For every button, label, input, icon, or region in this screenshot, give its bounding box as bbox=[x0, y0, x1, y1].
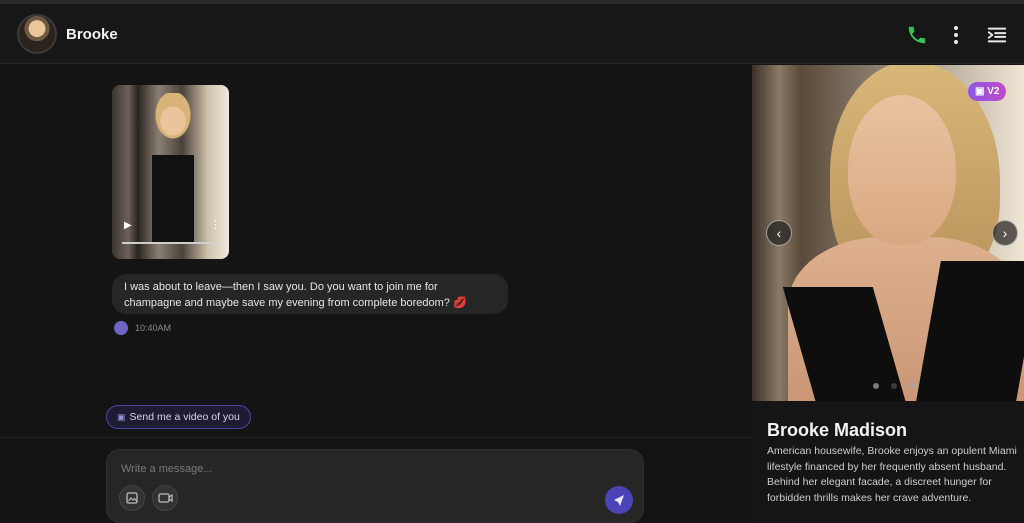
carousel-dot[interactable] bbox=[909, 383, 916, 389]
version-badge-label: V2 bbox=[987, 86, 1000, 97]
carousel-next-button[interactable]: › bbox=[992, 220, 1018, 246]
chevron-left-icon: ‹ bbox=[776, 225, 782, 241]
avatar[interactable] bbox=[17, 14, 57, 54]
phone-icon[interactable] bbox=[906, 24, 928, 46]
carousel-prev-button[interactable]: ‹ bbox=[766, 220, 792, 246]
version-badge: ▣ V2 bbox=[968, 82, 1007, 101]
carousel-dot[interactable] bbox=[891, 383, 898, 389]
message-composer bbox=[106, 449, 644, 523]
sidebar-toggle-icon[interactable] bbox=[986, 24, 1008, 46]
contact-name: Brooke bbox=[66, 26, 118, 43]
video-menu-icon[interactable]: ⋮ bbox=[210, 218, 221, 231]
carousel-dot[interactable] bbox=[873, 383, 879, 389]
profile-photo[interactable]: ▣ V2 ‹ › bbox=[752, 65, 1024, 401]
carousel-indicators bbox=[869, 376, 920, 394]
camera-icon: ▣ bbox=[117, 412, 126, 422]
profile-name: Brooke Madison bbox=[767, 420, 908, 440]
video-progress-bar[interactable] bbox=[122, 242, 218, 244]
composer-divider bbox=[0, 437, 752, 438]
badge-icon: ▣ bbox=[975, 86, 988, 97]
photo-face bbox=[848, 95, 956, 245]
chat-area: ▶ ⋮ I was about to leave—then I saw you.… bbox=[0, 65, 752, 523]
image-upload-button[interactable] bbox=[119, 485, 145, 511]
video-request-button[interactable] bbox=[152, 485, 178, 511]
send-icon bbox=[614, 495, 624, 506]
send-button[interactable] bbox=[605, 486, 633, 514]
more-vertical-icon[interactable] bbox=[948, 24, 964, 46]
video-message[interactable]: ▶ ⋮ bbox=[112, 85, 229, 259]
chevron-right-icon: › bbox=[1002, 225, 1008, 241]
profile-description: American housewife, Brooke enjoys an opu… bbox=[767, 445, 1017, 504]
message-input[interactable] bbox=[119, 460, 593, 478]
video-camera-icon bbox=[158, 493, 173, 503]
suggestion-chip[interactable]: ▣ Send me a video of you bbox=[106, 405, 251, 429]
profile-panel: ▣ V2 ‹ › Brooke Madison American housewi… bbox=[752, 65, 1024, 523]
message-timestamp: 10:40AM bbox=[135, 323, 172, 333]
chat-header: Brooke bbox=[0, 4, 1024, 64]
video-thumbnail bbox=[140, 93, 206, 243]
message-bubble: I was about to leave—then I saw you. Do … bbox=[112, 274, 508, 314]
image-icon bbox=[126, 492, 138, 504]
suggestion-chip-label: Send me a video of you bbox=[129, 411, 240, 423]
play-icon[interactable]: ▶ bbox=[124, 220, 132, 231]
audio-play-icon[interactable] bbox=[114, 321, 128, 335]
